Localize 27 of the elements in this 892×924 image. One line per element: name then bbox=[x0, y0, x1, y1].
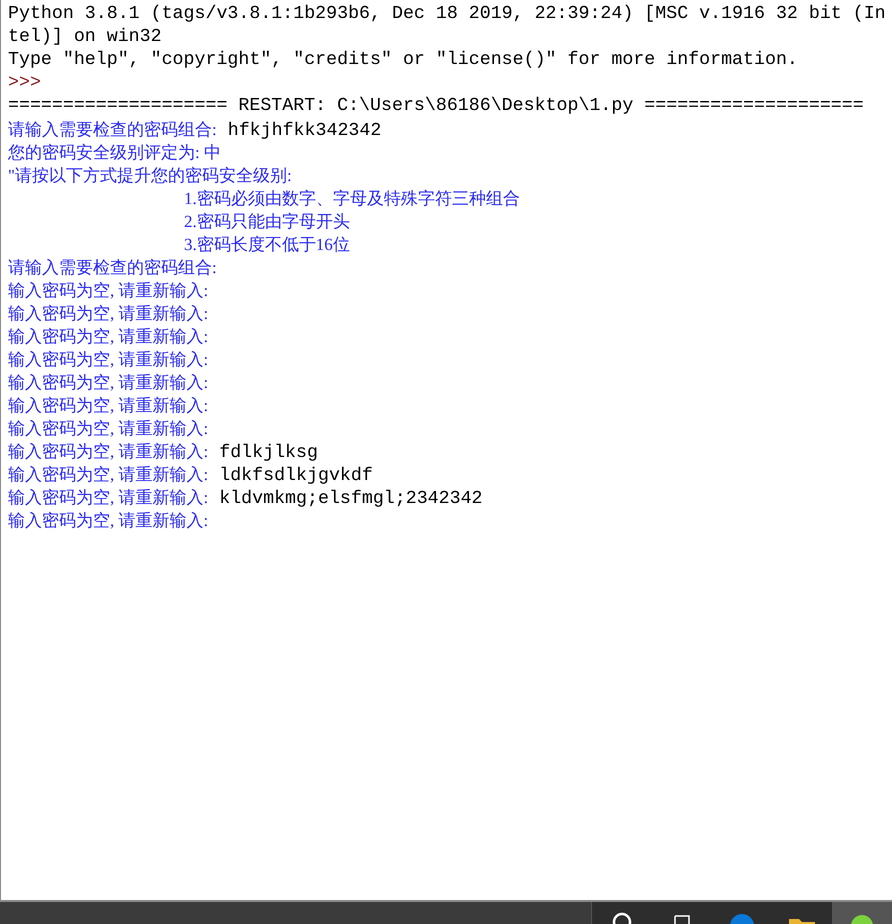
program-output: 输入密码为空, 请重新输入: bbox=[8, 326, 208, 348]
program-output: 您的密码安全级别评定为: 中 bbox=[8, 142, 221, 164]
program-output: 请输入需要检查的密码组合: bbox=[8, 119, 217, 141]
typed-text: kldvmkmg;elsfmgl;2342342 bbox=[219, 488, 483, 511]
typed-text: hfkjhfkk342342 bbox=[228, 120, 382, 143]
program-output: 输入密码为空, 请重新输入: bbox=[8, 349, 208, 371]
program-output: 输入密码为空, 请重新输入: bbox=[8, 372, 208, 394]
program-output: 输入密码为空, 请重新输入: bbox=[8, 441, 208, 463]
banner-text: ==================== RESTART: C:\Users\86186\Desktop\1.py ==================== bbox=[8, 95, 864, 118]
banner-text: tel)] on win32 bbox=[8, 26, 162, 49]
banner-text: Type "help", "copyright", "credits" or "license()" for more information. bbox=[8, 49, 798, 72]
program-output: 输入密码为空, 请重新输入: bbox=[8, 510, 208, 532]
program-output: "请按以下方式提升您的密码安全级别: bbox=[8, 165, 292, 187]
shell-prompt: >>> bbox=[8, 72, 41, 95]
program-output: 输入密码为空, 请重新输入: bbox=[8, 464, 208, 486]
program-output: 输入密码为空, 请重新输入: bbox=[8, 303, 208, 325]
program-output: 输入密码为空, 请重新输入: bbox=[8, 395, 208, 417]
program-output: 请输入需要检查的密码组合: bbox=[8, 257, 217, 279]
typed-text: ldkfsdlkjgvkdf bbox=[219, 465, 373, 488]
program-output: 2.密码只能由字母开头 bbox=[184, 211, 350, 233]
program-output: 输入密码为空, 请重新输入: bbox=[8, 280, 208, 302]
program-output: 输入密码为空, 请重新输入: bbox=[8, 487, 208, 509]
typed-text: fdlkjlksg bbox=[219, 442, 318, 465]
program-output: 3.密码长度不低于16位 bbox=[184, 234, 350, 256]
program-output: 1.密码必须由数字、字母及特殊字符三种组合 bbox=[184, 188, 520, 210]
banner-text: Python 3.8.1 (tags/v3.8.1:1b293b6, Dec 18 2019, 22:39:24) [MSC v.1916 32 bit (In bbox=[8, 3, 886, 26]
program-output: 输入密码为空, 请重新输入: bbox=[8, 418, 208, 440]
